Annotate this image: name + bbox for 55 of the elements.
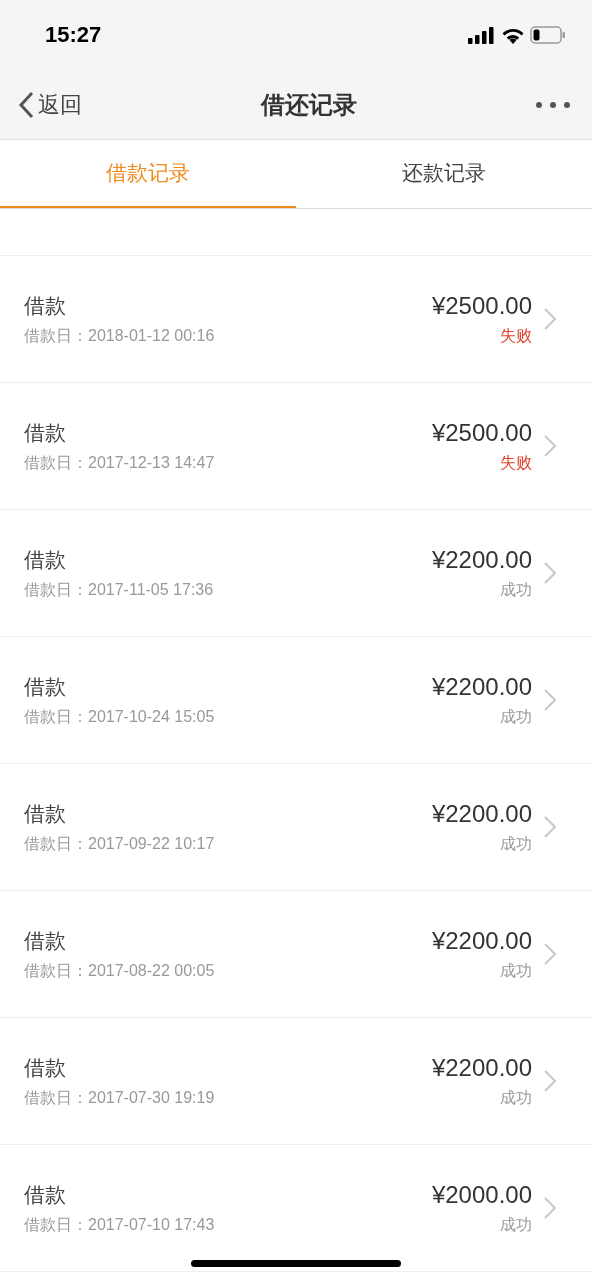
record-amount: ¥2500.00 [431,291,532,320]
record-amount: ¥2200.00 [431,926,532,955]
record-date: 借款日：2017-09-22 10:17 [24,833,216,854]
tab[interactable]: 还款记录 [296,140,592,208]
back-button[interactable]: 返回 [18,89,82,120]
record-row[interactable]: 借款 借款日：2017-09-22 10:17 ¥2200.00 成功 [0,764,592,891]
record-amount: ¥2200.00 [431,799,532,828]
signal-icon [468,26,496,44]
chevron-right-icon [544,689,556,711]
record-row[interactable]: 借款 借款日：2017-08-22 00:05 ¥2200.00 成功 [0,891,592,1018]
record-row[interactable]: 借款 借款日：2018-01-12 00:16 ¥2500.00 失败 [0,256,592,383]
record-type: 借款 [24,800,67,828]
record-status: 成功 [499,579,532,601]
record-type: 借款 [24,673,67,701]
battery-icon [530,26,566,44]
record-date: 借款日：2018-01-12 00:16 [24,325,216,346]
record-status: 失败 [499,452,532,474]
record-row[interactable]: 借款 借款日：2017-07-30 19:19 ¥2200.00 成功 [0,1018,592,1145]
record-type: 借款 [24,1181,67,1209]
chevron-right-icon [544,1070,556,1092]
record-status: 成功 [499,1087,532,1109]
page-title: 借还记录 [261,89,357,121]
record-amount: ¥2500.00 [431,418,532,447]
record-date: 借款日：2017-08-22 00:05 [24,960,216,981]
record-amount: ¥2200.00 [431,672,532,701]
chevron-right-icon [544,562,556,584]
wifi-icon [502,26,524,44]
record-type: 借款 [24,419,67,447]
record-status: 失败 [499,325,532,347]
clock-time: 15:27 [45,22,102,48]
record-date: 借款日：2017-07-30 19:19 [24,1087,216,1108]
record-type: 借款 [24,1054,67,1082]
record-type: 借款 [24,927,67,955]
record-amount: ¥2000.00 [431,1180,532,1209]
record-type: 借款 [24,546,67,574]
record-amount: ¥2200.00 [431,545,532,574]
chevron-right-icon [544,943,556,965]
record-type: 借款 [24,292,67,320]
record-status: 成功 [499,833,532,855]
record-status: 成功 [499,1214,532,1236]
record-row[interactable]: 借款 借款日：2017-12-13 14:47 ¥2500.00 失败 [0,383,592,510]
record-date: 借款日：2017-07-10 17:43 [24,1214,216,1235]
record-row[interactable]: 借款 借款日：2017-10-24 15:05 ¥2200.00 成功 [0,637,592,764]
record-date: 借款日：2017-10-24 15:05 [24,706,216,727]
record-status: 成功 [499,960,532,982]
chevron-right-icon [544,1197,556,1219]
back-chevron-icon [18,90,34,119]
chevron-right-icon [544,435,556,457]
record-date: 借款日：2017-11-05 17:36 [24,579,215,600]
chevron-right-icon [544,308,556,330]
record-date: 借款日：2017-12-13 14:47 [24,452,216,473]
chevron-right-icon [544,816,556,838]
record-status: 成功 [499,706,532,728]
record-row[interactable]: 借款 借款日：2017-11-05 17:36 ¥2200.00 成功 [0,510,592,637]
record-amount: ¥2200.00 [431,1053,532,1082]
